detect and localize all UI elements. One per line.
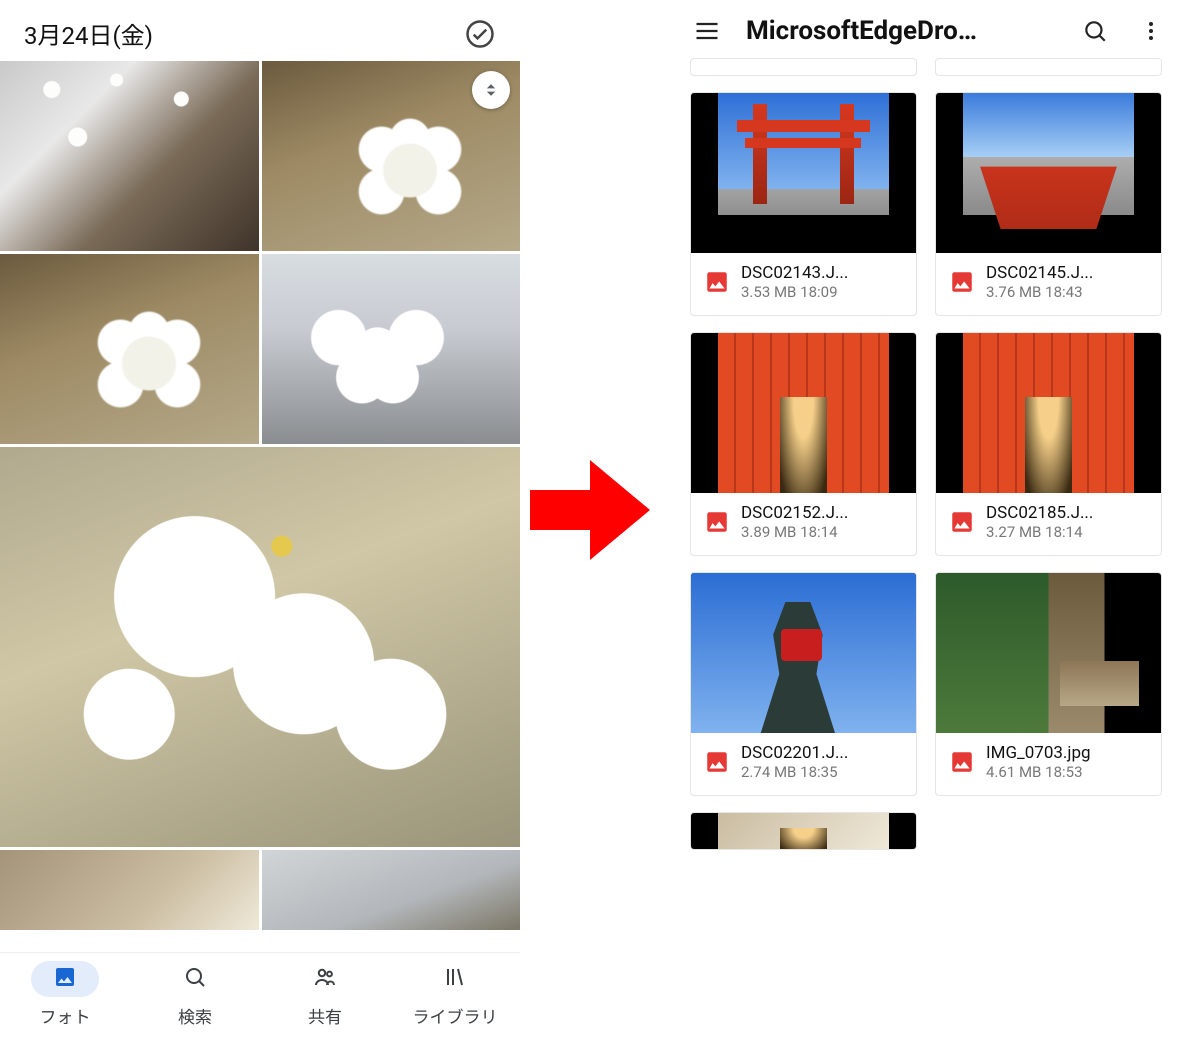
file-card[interactable]: DSC02143.J... 3.53 MB 18:09 (690, 92, 917, 316)
file-card-partial[interactable] (935, 58, 1162, 76)
file-meta: IMG_0703.jpg 4.61 MB 18:53 (936, 733, 1161, 795)
menu-icon[interactable] (690, 14, 724, 48)
file-name: DSC02145.J... (986, 263, 1093, 283)
file-name: DSC02143.J... (741, 263, 848, 283)
file-sub: 3.89 MB 18:14 (741, 523, 848, 541)
fast-scroll-handle-icon[interactable] (472, 71, 510, 109)
image-icon (53, 965, 77, 994)
photo-thumbnail[interactable] (262, 254, 521, 444)
file-thumbnail (691, 333, 916, 493)
file-meta: DSC02185.J... 3.27 MB 18:14 (936, 493, 1161, 555)
photos-app: 3月24日(金) フォト 検索 (0, 0, 520, 1042)
file-thumbnail (691, 813, 916, 850)
photo-thumbnail[interactable] (262, 61, 521, 251)
file-card[interactable]: DSC02201.J... 2.74 MB 18:35 (690, 572, 917, 796)
photo-thumbnail[interactable] (0, 447, 520, 847)
image-file-icon (948, 268, 976, 296)
file-meta: DSC02201.J... 2.74 MB 18:35 (691, 733, 916, 795)
search-icon[interactable] (1078, 14, 1112, 48)
photo-thumbnail[interactable] (0, 850, 259, 930)
photos-bottom-nav: フォト 検索 共有 ライブラリ (0, 952, 520, 1042)
nav-tab-sharing[interactable]: 共有 (260, 961, 390, 1028)
file-meta: DSC02152.J... 3.89 MB 18:14 (691, 493, 916, 555)
library-icon (443, 965, 467, 994)
file-meta: DSC02143.J... 3.53 MB 18:09 (691, 253, 916, 315)
file-card[interactable]: DSC02145.J... 3.76 MB 18:43 (935, 92, 1162, 316)
image-file-icon (948, 508, 976, 536)
nav-label: 検索 (178, 1003, 212, 1028)
file-sub: 2.74 MB 18:35 (741, 763, 848, 781)
image-file-icon (703, 508, 731, 536)
file-sub: 3.27 MB 18:14 (986, 523, 1093, 541)
file-card[interactable]: DSC02185.J... 3.27 MB 18:14 (935, 332, 1162, 556)
photos-grid (0, 61, 520, 952)
file-name: IMG_0703.jpg (986, 743, 1091, 763)
file-meta: DSC02145.J... 3.76 MB 18:43 (936, 253, 1161, 315)
file-card-partial[interactable] (690, 812, 917, 850)
files-grid: DSC02143.J... 3.53 MB 18:09 DSC02145.J..… (690, 58, 1162, 850)
image-file-icon (703, 748, 731, 776)
nav-tab-search[interactable]: 検索 (130, 961, 260, 1028)
photo-thumbnail[interactable] (0, 61, 259, 251)
photo-thumbnail[interactable] (0, 254, 259, 444)
select-all-check-icon[interactable] (464, 18, 496, 50)
photos-date-heading: 3月24日(金) (24, 16, 153, 51)
file-card[interactable]: DSC02152.J... 3.89 MB 18:14 (690, 332, 917, 556)
nav-tab-photos[interactable]: フォト (0, 961, 130, 1028)
file-sub: 3.76 MB 18:43 (986, 283, 1093, 301)
file-thumbnail (691, 573, 916, 733)
files-header: MicrosoftEdgeDro… (672, 0, 1180, 58)
file-thumbnail (691, 93, 916, 253)
files-grid-scroll[interactable]: DSC02143.J... 3.53 MB 18:09 DSC02145.J..… (672, 58, 1180, 1042)
nav-tab-library[interactable]: ライブラリ (390, 961, 520, 1028)
files-app: MicrosoftEdgeDro… DSC02143.J... 3.53 (672, 0, 1180, 1042)
people-icon (313, 965, 337, 994)
file-name: DSC02201.J... (741, 743, 848, 763)
file-card[interactable]: IMG_0703.jpg 4.61 MB 18:53 (935, 572, 1162, 796)
file-sub: 4.61 MB 18:53 (986, 763, 1091, 781)
nav-label: 共有 (308, 1003, 342, 1028)
nav-label: フォト (40, 1003, 91, 1028)
nav-label: ライブラリ (413, 1003, 498, 1028)
file-card-partial[interactable] (690, 58, 917, 76)
arrow-right-icon (530, 455, 650, 565)
file-sub: 3.53 MB 18:09 (741, 283, 848, 301)
folder-title: MicrosoftEdgeDro… (746, 16, 1056, 46)
file-thumbnail (936, 573, 1161, 733)
image-file-icon (948, 748, 976, 776)
file-name: DSC02185.J... (986, 503, 1093, 523)
photo-thumbnail[interactable] (262, 850, 521, 930)
more-vert-icon[interactable] (1134, 14, 1168, 48)
file-thumbnail (936, 333, 1161, 493)
image-file-icon (703, 268, 731, 296)
search-icon (183, 965, 207, 994)
photos-header: 3月24日(金) (0, 0, 520, 61)
file-name: DSC02152.J... (741, 503, 848, 523)
file-thumbnail (936, 93, 1161, 253)
